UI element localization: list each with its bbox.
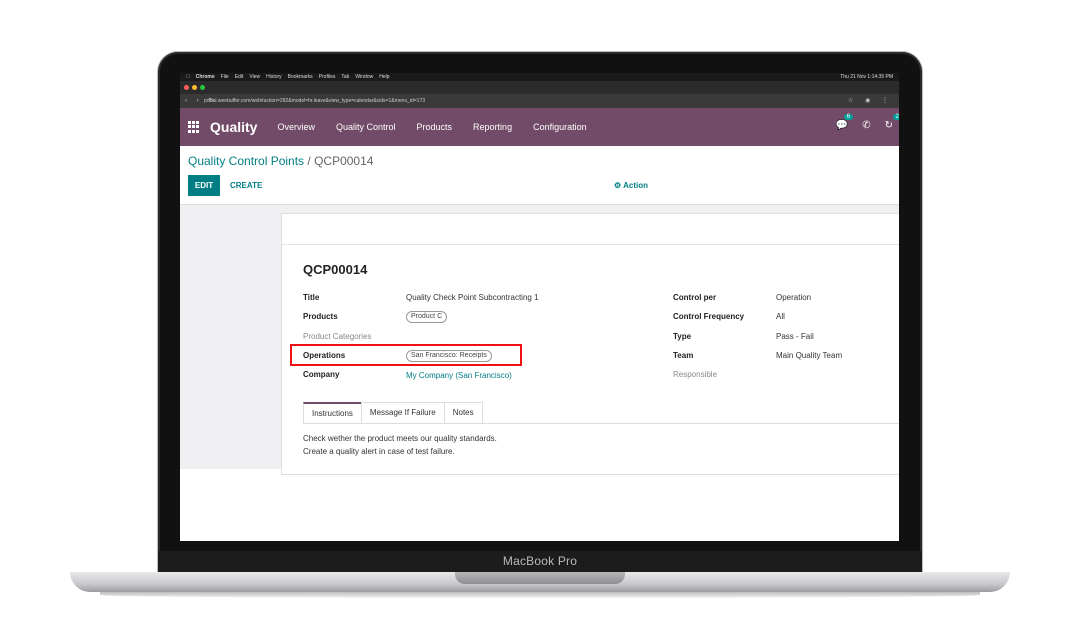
minimize-window-icon[interactable] bbox=[192, 85, 197, 90]
company-field[interactable]: My Company (San Francisco) bbox=[406, 371, 512, 380]
edit-button[interactable]: EDIT bbox=[188, 175, 220, 196]
os-menu-item[interactable]: History bbox=[266, 74, 282, 80]
type-label: Type bbox=[673, 332, 692, 341]
activity-badge: 26 bbox=[892, 114, 899, 120]
os-menu-item[interactable]: Profiles bbox=[319, 74, 336, 80]
control-per-label: Control per bbox=[673, 293, 717, 302]
type-field[interactable]: Pass - Fail bbox=[776, 332, 814, 341]
phone-icon[interactable]: ✆ bbox=[862, 120, 870, 131]
browser-address-bar: ‹ › ↻ portal.weebuffer.com/web#action=28… bbox=[180, 94, 899, 108]
instructions-text[interactable]: Check wether the product meets our quali… bbox=[303, 432, 497, 458]
breadcrumb: Quality Control Points / QCP00014 bbox=[188, 154, 373, 168]
tab-message-if-failure[interactable]: Message If Failure bbox=[360, 402, 445, 423]
app-title[interactable]: Quality bbox=[210, 119, 257, 135]
main-menu: Overview Quality Control Products Report… bbox=[277, 122, 586, 132]
responsible-label: Responsible bbox=[673, 370, 718, 379]
os-menu-item[interactable]: File bbox=[221, 74, 229, 80]
menu-item-products[interactable]: Products bbox=[417, 122, 453, 132]
odoo-topnav: Quality Overview Quality Control Product… bbox=[180, 108, 899, 146]
action-label: Action bbox=[623, 181, 648, 190]
os-menu-item[interactable]: Help bbox=[379, 74, 389, 80]
url-field[interactable]: portal.weebuffer.com/web#action=282&mode… bbox=[204, 98, 425, 104]
systray: 💬6 ✆ ↻26 bbox=[836, 114, 899, 131]
maximize-window-icon[interactable] bbox=[200, 85, 205, 90]
breadcrumb-separator: / bbox=[304, 154, 315, 168]
os-menubar:  Chrome File Edit View History Bookmark… bbox=[180, 73, 899, 81]
control-per-field[interactable]: Operation bbox=[776, 293, 811, 302]
team-field[interactable]: Main Quality Team bbox=[776, 351, 842, 360]
window-controls bbox=[184, 85, 205, 90]
os-clock[interactable]: Thu 21 Nov 1:14:35 PM bbox=[840, 74, 893, 80]
menu-item-quality-control[interactable]: Quality Control bbox=[336, 122, 396, 132]
tab-notes[interactable]: Notes bbox=[443, 402, 483, 423]
team-label: Team bbox=[673, 351, 694, 360]
notebook-tabs: Instructions Message If Failure Notes bbox=[303, 402, 483, 423]
os-menu-item[interactable]: View bbox=[249, 74, 260, 80]
menu-item-configuration[interactable]: Configuration bbox=[533, 122, 587, 132]
action-menu[interactable]: ⚙ Action bbox=[614, 181, 648, 190]
tab-divider bbox=[303, 423, 899, 424]
os-menu-item[interactable]: Bookmarks bbox=[288, 74, 313, 80]
control-frequency-label: Control Frequency bbox=[673, 312, 745, 321]
control-panel: Quality Control Points / QCP00014 EDIT C… bbox=[180, 146, 899, 205]
menu-item-reporting[interactable]: Reporting bbox=[473, 122, 512, 132]
product-tag[interactable]: Product C bbox=[406, 311, 448, 323]
browser-tabbar bbox=[180, 81, 899, 94]
instructions-line: Create a quality alert in case of test f… bbox=[303, 447, 455, 456]
product-categories-label: Product Categories bbox=[303, 332, 372, 341]
close-window-icon[interactable] bbox=[184, 85, 189, 90]
gear-icon: ⚙ bbox=[614, 181, 622, 190]
browser-extension-icons[interactable]: ☆ ◉ ⋮ bbox=[848, 97, 893, 104]
laptop-hinge: MacBook Pro bbox=[158, 551, 922, 573]
apps-menu-icon[interactable] bbox=[188, 121, 200, 133]
products-label: Products bbox=[303, 312, 338, 321]
company-label: Company bbox=[303, 370, 340, 379]
os-menu-item[interactable]: Tab bbox=[341, 74, 349, 80]
create-button[interactable]: CREATE bbox=[230, 181, 262, 190]
chat-badge: 6 bbox=[843, 114, 854, 120]
apple-icon[interactable]:  bbox=[186, 74, 190, 80]
menu-item-overview[interactable]: Overview bbox=[277, 122, 315, 132]
control-frequency-field[interactable]: All bbox=[776, 312, 785, 321]
chat-icon[interactable]: 💬 6 bbox=[836, 114, 854, 131]
operations-highlight-box bbox=[290, 344, 522, 366]
laptop-model-label: MacBook Pro bbox=[502, 554, 578, 568]
record-title: QCP00014 bbox=[303, 262, 368, 277]
laptop-notch bbox=[455, 572, 625, 584]
form-statusbar bbox=[282, 214, 899, 245]
os-menu-item[interactable]: Window bbox=[355, 74, 373, 80]
title-field[interactable]: Quality Check Point Subcontracting 1 bbox=[406, 293, 539, 302]
os-menu-item[interactable]: Edit bbox=[235, 74, 244, 80]
activity-icon[interactable]: ↻26 bbox=[885, 114, 899, 131]
tab-instructions[interactable]: Instructions bbox=[303, 402, 362, 423]
breadcrumb-current: QCP00014 bbox=[314, 154, 374, 168]
laptop-shadow bbox=[100, 592, 980, 598]
laptop-screen:  Chrome File Edit View History Bookmark… bbox=[180, 73, 899, 541]
breadcrumb-parent[interactable]: Quality Control Points bbox=[188, 154, 304, 168]
title-label: Title bbox=[303, 293, 320, 302]
instructions-line: Check wether the product meets our quali… bbox=[303, 434, 497, 443]
os-menu-app[interactable]: Chrome bbox=[196, 74, 215, 80]
